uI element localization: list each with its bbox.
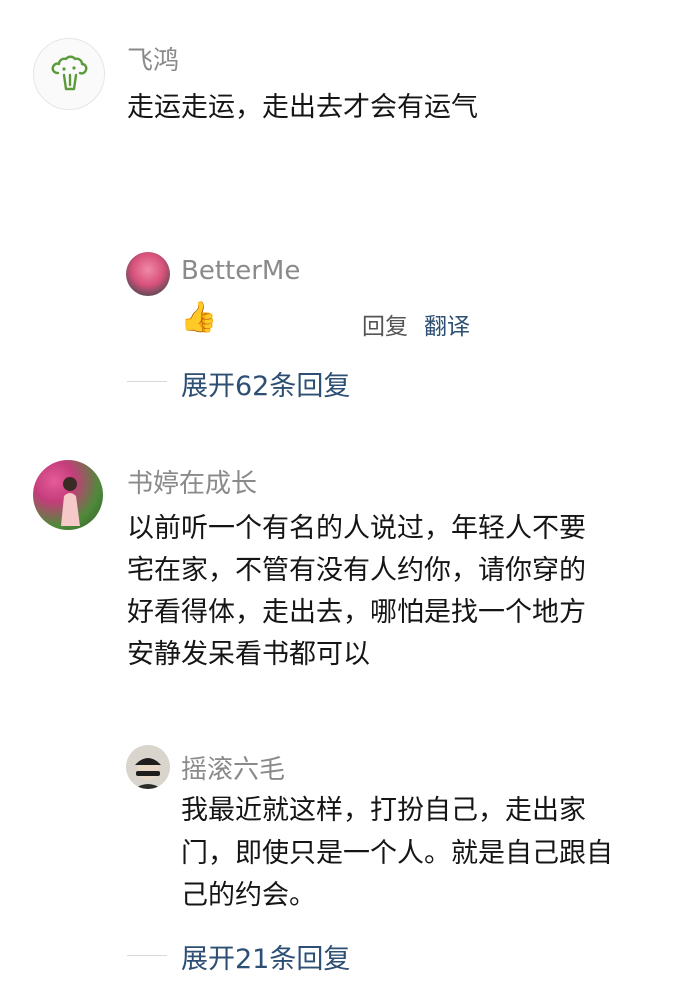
expand-replies-button[interactable]: 展开62条回复	[181, 364, 350, 403]
person-with-cap-icon	[134, 758, 162, 789]
broccoli-icon	[51, 55, 88, 91]
comment-text-line: 好看得体，走出去，哪怕是找一个地方	[127, 597, 586, 628]
reply-username[interactable]: 摇滚六毛	[181, 749, 285, 786]
expand-replies-button[interactable]: 展开21条回复	[181, 937, 350, 976]
reply-avatar[interactable]	[126, 252, 170, 296]
reply-text-line: 己的约会。	[181, 880, 316, 911]
reply-button[interactable]: 回复	[362, 307, 408, 341]
comment-username[interactable]: 飞鸿	[127, 40, 179, 77]
thumbs-up-emoji: 👍	[180, 300, 218, 335]
comment-text-line: 宅在家，不管有没有人约你，请你穿的	[127, 555, 586, 586]
reply-text-line: 门，即使只是一个人。就是自己跟自	[181, 838, 613, 869]
comment-text: 走运走运，走出去才会有运气	[127, 92, 478, 123]
expand-divider	[127, 381, 167, 382]
reply-username[interactable]: BetterMe	[181, 256, 300, 286]
avatar[interactable]	[33, 38, 105, 110]
reply-avatar[interactable]	[126, 745, 170, 789]
comment-username[interactable]: 书婷在成长	[127, 463, 257, 500]
comment-text-line: 以前听一个有名的人说过，年轻人不要	[127, 513, 586, 544]
expand-divider	[127, 955, 167, 956]
reply-text-line: 我最近就这样，打扮自己，走出家	[181, 795, 586, 826]
portrait-figure	[61, 477, 80, 526]
comment-text-line: 安静发呆看书都可以	[127, 639, 370, 670]
translate-button[interactable]: 翻译	[424, 307, 470, 341]
avatar[interactable]	[33, 460, 103, 530]
